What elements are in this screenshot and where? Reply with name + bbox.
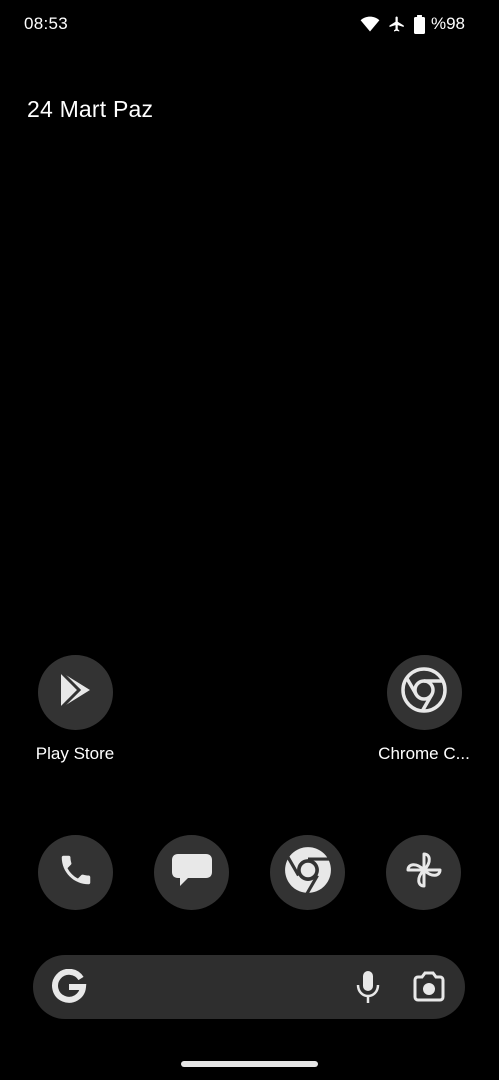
google-search-bar[interactable] xyxy=(33,955,465,1019)
chrome-icon xyxy=(283,845,333,900)
dock-photos[interactable] xyxy=(386,835,461,910)
messages-icon xyxy=(170,850,214,895)
status-time: 08:53 xyxy=(24,14,69,33)
google-lens-icon[interactable] xyxy=(411,971,447,1008)
app-icon-circle[interactable] xyxy=(37,655,113,730)
battery-icon xyxy=(413,14,425,34)
app-icon-circle[interactable] xyxy=(386,655,462,730)
app-chrome-c[interactable]: Chrome C... xyxy=(364,655,484,764)
home-screen: 08:53 %98 24 Mart Paz Play Store Chrome … xyxy=(0,0,499,1080)
google-g-icon[interactable] xyxy=(51,968,87,1010)
gesture-nav-handle[interactable] xyxy=(181,1061,318,1067)
dock-messages[interactable] xyxy=(154,835,229,910)
battery-percent: %98 xyxy=(430,14,465,33)
chrome-icon xyxy=(400,666,448,719)
phone-icon xyxy=(57,851,95,894)
photos-pinwheel-icon xyxy=(404,850,444,895)
app-label: Play Store xyxy=(35,744,115,763)
dock-chrome[interactable] xyxy=(270,835,345,910)
status-icons: %98 xyxy=(360,12,465,36)
mic-icon[interactable] xyxy=(355,970,381,1009)
app-play-store[interactable]: Play Store xyxy=(15,655,135,764)
dock-phone[interactable] xyxy=(38,835,113,910)
airplane-mode-icon xyxy=(388,15,406,33)
wifi-icon xyxy=(360,15,380,33)
play-store-icon xyxy=(57,670,93,715)
date-widget[interactable]: 24 Mart Paz xyxy=(27,96,153,123)
app-label: Chrome C... xyxy=(378,744,470,763)
